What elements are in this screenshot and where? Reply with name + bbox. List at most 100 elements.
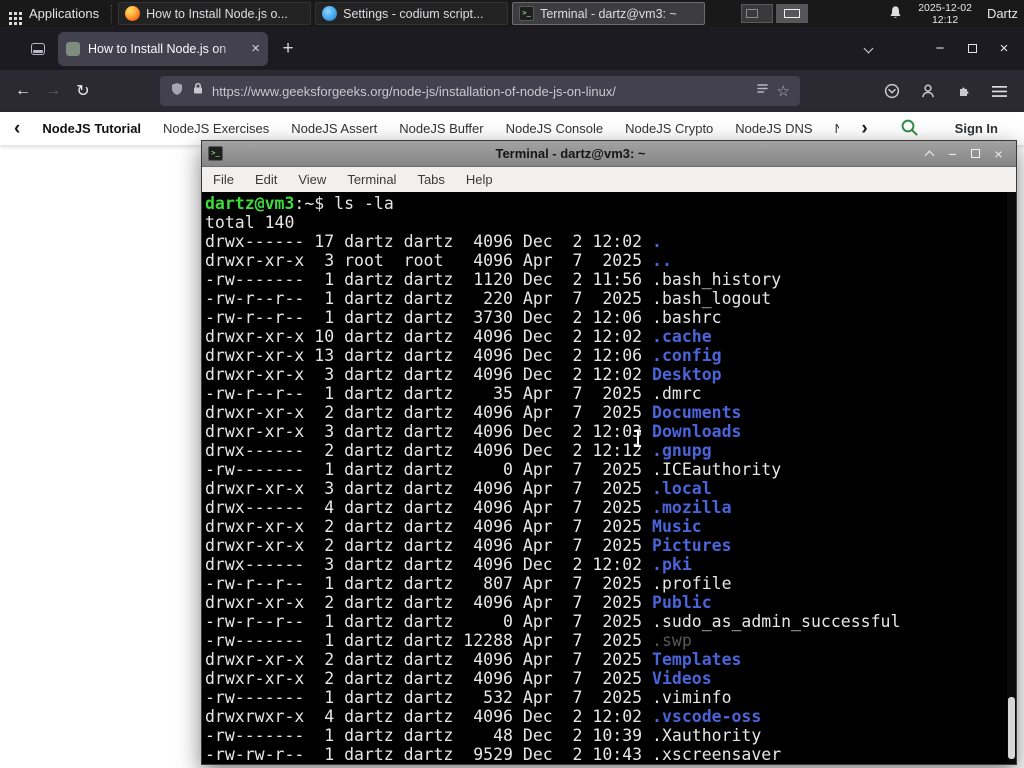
- reload-button[interactable]: ↻: [68, 76, 98, 106]
- toolbar-right-icons: [877, 77, 1016, 106]
- nav-item-crypto[interactable]: NodeJS Crypto: [625, 121, 713, 136]
- nav-item-buffer[interactable]: NodeJS Buffer: [399, 121, 483, 136]
- window-close-button[interactable]: ×: [988, 34, 1020, 64]
- site-search-icon[interactable]: [900, 118, 919, 140]
- ls-row: drwx------ 17 dartz dartz 4096 Dec 2 12:…: [205, 232, 662, 251]
- terminal-maximize-button[interactable]: [964, 142, 987, 166]
- applications-label: Applications: [29, 6, 100, 21]
- menu-hamburger-icon[interactable]: [985, 77, 1014, 106]
- ls-row: -rw------- 1 dartz dartz 0 Apr 7 2025 .I…: [205, 460, 782, 479]
- nav-item-truncated[interactable]: Node: [835, 121, 840, 136]
- ls-row: drwx------ 2 dartz dartz 4096 Dec 2 12:1…: [205, 441, 712, 460]
- menu-file[interactable]: File: [213, 172, 234, 187]
- window-maximize-button[interactable]: [956, 34, 988, 64]
- nav-item-exercises[interactable]: NodeJS Exercises: [163, 121, 269, 136]
- terminal-screen[interactable]: dartz@vm3:~$ ls -la total 140 drwx------…: [202, 192, 1016, 764]
- nav-item-dns[interactable]: NodeJS DNS: [735, 121, 812, 136]
- menu-view[interactable]: View: [298, 172, 326, 187]
- reader-view-icon[interactable]: [756, 82, 769, 100]
- nav-item-console[interactable]: NodeJS Console: [506, 121, 604, 136]
- ls-row: -rw------- 1 dartz dartz 532 Apr 7 2025 …: [205, 688, 732, 707]
- prompt-user: dartz@vm3: [205, 194, 295, 213]
- list-all-tabs-button[interactable]: [854, 35, 882, 63]
- nav-item-tutorial[interactable]: NodeJS Tutorial: [42, 121, 141, 136]
- terminal-titlebar[interactable]: >_ Terminal - dartz@vm3: ~ − ×: [202, 141, 1016, 167]
- file-name: .bashrc: [652, 308, 722, 327]
- new-tab-button[interactable]: +: [274, 35, 302, 63]
- lock-icon[interactable]: [192, 82, 204, 100]
- extensions-puzzle-icon[interactable]: [949, 77, 978, 106]
- file-name: .swp: [652, 631, 692, 650]
- file-name: .sudo_as_admin_successful: [652, 612, 901, 631]
- firefox-view-button[interactable]: [24, 35, 52, 63]
- pager-window-outline: [784, 9, 801, 18]
- ls-row: -rw------- 1 dartz dartz 48 Dec 2 10:39 …: [205, 726, 762, 745]
- workspace-1[interactable]: [741, 4, 774, 23]
- prompt-line: dartz@vm3:~$ ls -la: [205, 194, 1016, 213]
- ls-row: drwxr-xr-x 2 dartz dartz 4096 Apr 7 2025…: [205, 593, 712, 612]
- file-name: .local: [652, 479, 712, 498]
- tab-close-icon[interactable]: ×: [251, 40, 260, 57]
- sign-in-button[interactable]: Sign In: [955, 121, 998, 136]
- terminal-shade-button[interactable]: [918, 142, 941, 166]
- file-name: .gnupg: [652, 441, 712, 460]
- clock-time: 12:12: [931, 13, 959, 26]
- terminal-minimize-button[interactable]: −: [941, 142, 964, 166]
- navigation-toolbar: ← → ↻ https://www.geeksforgeeks.org/node…: [0, 70, 1024, 112]
- file-name: .pki: [652, 555, 692, 574]
- applications-menu[interactable]: Applications: [0, 0, 107, 27]
- ls-row: drwxr-xr-x 2 dartz dartz 4096 Apr 7 2025…: [205, 536, 732, 555]
- shield-icon[interactable]: [170, 82, 184, 101]
- pocket-icon[interactable]: [877, 77, 906, 106]
- file-name: .bash_history: [652, 270, 782, 289]
- ls-row: drwx------ 4 dartz dartz 4096 Apr 7 2025…: [205, 498, 732, 517]
- bookmark-star-icon[interactable]: ☆: [777, 82, 790, 100]
- back-button[interactable]: ←: [8, 76, 38, 106]
- ls-row: drwxr-xr-x 10 dartz dartz 4096 Dec 2 12:…: [205, 327, 712, 346]
- nav-item-assert[interactable]: NodeJS Assert: [291, 121, 377, 136]
- file-name: .: [652, 232, 662, 251]
- ls-row: -rw-r--r-- 1 dartz dartz 3730 Dec 2 12:0…: [205, 308, 722, 327]
- file-name: .vscode-oss: [652, 707, 762, 726]
- taskbar-item-codium[interactable]: Settings - codium script...: [315, 2, 509, 25]
- clock[interactable]: 2025-12-02 12:12: [918, 2, 972, 26]
- file-name: .config: [652, 346, 722, 365]
- tab-title: How to Install Node.js on: [88, 41, 227, 56]
- active-tab[interactable]: How to Install Node.js on ×: [58, 31, 268, 66]
- menu-terminal[interactable]: Terminal: [347, 172, 396, 187]
- file-name: ..: [652, 251, 672, 270]
- terminal-close-button[interactable]: ×: [987, 142, 1010, 166]
- window-minimize-button[interactable]: −: [924, 34, 956, 64]
- account-icon[interactable]: [913, 77, 942, 106]
- menu-help[interactable]: Help: [466, 172, 493, 187]
- scrollbar-thumb[interactable]: [1008, 697, 1015, 759]
- ls-row: drwxr-xr-x 3 dartz dartz 4096 Apr 7 2025…: [205, 479, 712, 498]
- ls-row: drwxrwxr-x 4 dartz dartz 4096 Dec 2 12:0…: [205, 707, 762, 726]
- nav-scroll-right-icon[interactable]: ›: [861, 119, 867, 138]
- pager-window-outline: [746, 9, 759, 18]
- maximize-icon: [971, 149, 980, 158]
- workspace-2[interactable]: [776, 4, 809, 23]
- nav-scroll-left-icon[interactable]: ‹: [14, 119, 20, 138]
- notifications-bell-icon[interactable]: [888, 5, 903, 23]
- forward-button[interactable]: →: [38, 76, 68, 106]
- ls-row: drwxr-xr-x 3 root root 4096 Apr 7 2025 .…: [205, 251, 672, 270]
- ls-row: drwx------ 3 dartz dartz 4096 Dec 2 12:0…: [205, 555, 692, 574]
- file-name: .profile: [652, 574, 732, 593]
- ls-row: -rw------- 1 dartz dartz 12288 Apr 7 202…: [205, 631, 692, 650]
- url-bar[interactable]: https://www.geeksforgeeks.org/node-js/in…: [160, 76, 800, 106]
- taskbar-item-firefox[interactable]: How to Install Node.js o...: [118, 2, 312, 25]
- nav-items: NodeJS Tutorial NodeJS Exercises NodeJS …: [42, 121, 839, 136]
- menu-edit[interactable]: Edit: [255, 172, 277, 187]
- workspace-pager[interactable]: [741, 4, 809, 23]
- total-line: total 140: [205, 213, 295, 232]
- file-name: Videos: [652, 669, 712, 688]
- ls-row: -rw------- 1 dartz dartz 1120 Dec 2 11:5…: [205, 270, 782, 289]
- firefox-view-icon: [31, 42, 45, 55]
- taskbar-item-terminal[interactable]: >_ Terminal - dartz@vm3: ~: [512, 2, 706, 25]
- terminal-scrollbar[interactable]: [1007, 192, 1016, 764]
- menu-tabs[interactable]: Tabs: [417, 172, 444, 187]
- ls-row: -rw-r--r-- 1 dartz dartz 35 Apr 7 2025 .…: [205, 384, 702, 403]
- user-menu[interactable]: Dartz: [987, 6, 1018, 21]
- tab-bar: How to Install Node.js on × + − ×: [0, 27, 1024, 70]
